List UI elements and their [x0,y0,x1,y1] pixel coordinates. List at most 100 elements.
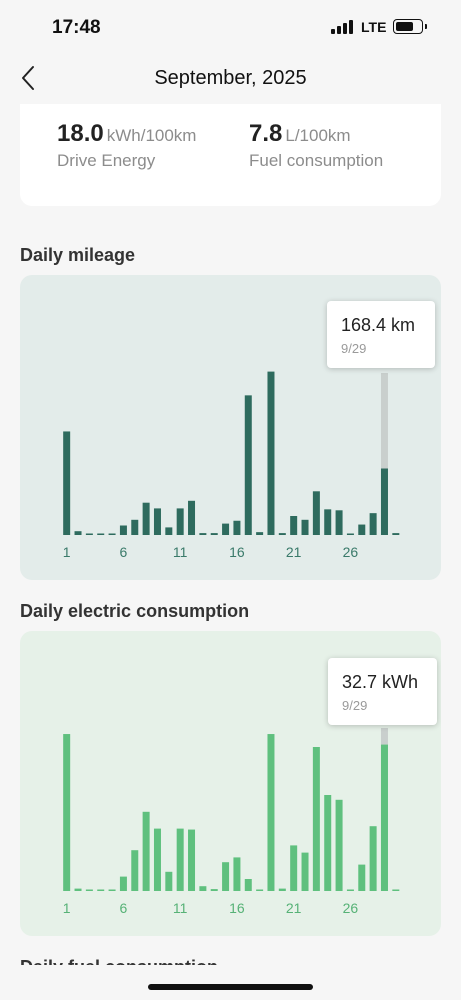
fuel-consumption-metric: 7.8 L/100km Fuel consumption [249,120,383,171]
mileage-bar-day-7[interactable] [131,519,139,535]
electric-bar-day-28[interactable] [369,826,377,891]
electric-bar-day-26[interactable] [346,889,354,892]
mileage-x-tick-label: 6 [120,544,128,560]
summary-card: 18.0 kWh/100km Drive Energy 7.8 L/100km Fu… [20,104,441,206]
signal-icon [331,20,355,34]
mileage-bar-day-18[interactable] [256,532,264,535]
electric-x-tick-label: 6 [120,900,128,916]
mileage-bar-day-11[interactable] [176,508,184,535]
mileage-bar-day-2[interactable] [74,531,82,535]
electric-bar-day-1[interactable] [63,734,71,891]
electric-x-tick-label: 26 [343,900,359,916]
home-indicator[interactable] [148,984,313,990]
mileage-bar-day-5[interactable] [108,533,116,536]
mileage-bar-day-8[interactable] [142,502,150,535]
electric-bar-day-8[interactable] [142,811,150,891]
electric-bar-day-19[interactable] [267,734,275,891]
electric-tooltip-value: 32.7 kWh [342,672,419,692]
electric-bar-day-13[interactable] [199,886,207,891]
electric-bar-day-7[interactable] [131,850,139,891]
mileage-x-tick-label: 26 [343,544,359,560]
electric-tooltip-date: 9/29 [342,698,368,713]
mileage-bar-day-21[interactable] [290,516,298,535]
electric-bar-day-15[interactable] [222,862,230,891]
drive-energy-value: 18.0 [57,120,104,147]
electric-bar-day-9[interactable] [153,828,161,891]
electric-x-tick-label: 11 [173,900,188,916]
electric-chart[interactable]: 1 6 11 16 21 26 32.7 kWh 9/29 [20,631,441,936]
electric-bar-day-29[interactable] [380,744,388,891]
mileage-tooltip-value: 168.4 km [341,315,416,335]
mileage-bar-day-23[interactable] [312,491,320,535]
electric-section-title: Daily electric consumption [20,601,250,621]
mileage-tooltip: 168.4 km 9/29 [327,301,435,368]
battery-icon [393,19,427,34]
mileage-bar-day-24[interactable] [324,509,332,535]
electric-bar-day-17[interactable] [244,879,252,891]
electric-bar-day-14[interactable] [210,889,218,891]
electric-x-tick-label: 1 [63,900,71,916]
electric-bar-day-20[interactable] [278,888,286,891]
mileage-x-tick-label: 11 [173,544,188,560]
page-title: September, 2025 [154,67,307,89]
electric-bar-day-27[interactable] [358,864,366,891]
fuel-consumption-label: Fuel consumption [249,151,384,170]
status-time: 17:48 [52,17,101,38]
electric-bar-day-6[interactable] [119,876,127,891]
drive-energy-unit: kWh/100km [106,126,197,145]
fuel-section-title: Daily fuel consumption [20,955,460,965]
mileage-bar-day-26[interactable] [346,533,354,536]
mileage-bar-day-29[interactable] [380,468,388,536]
electric-bar-day-23[interactable] [312,747,320,891]
electric-bar-day-18[interactable] [256,889,264,892]
mileage-bar-day-27[interactable] [358,524,366,535]
electric-bar-day-11[interactable] [176,828,184,891]
mileage-bar-day-12[interactable] [188,500,196,535]
mileage-tooltip-date: 9/29 [341,341,367,356]
electric-x-tick-label: 16 [229,900,245,916]
mileage-x-tick-label: 1 [63,544,71,560]
mileage-chart[interactable]: 1 6 11 16 21 26 168.4 km 9/29 [20,275,441,580]
electric-bar-day-10[interactable] [165,871,173,891]
electric-bar-day-3[interactable] [85,889,93,892]
mileage-bar-day-10[interactable] [165,527,173,535]
electric-bar-day-4[interactable] [97,889,105,892]
mileage-bar-day-30[interactable] [392,533,400,535]
network-label: LTE [361,19,387,35]
mileage-x-tick-label: 16 [229,544,245,560]
mileage-bar-day-19[interactable] [267,371,275,535]
drive-energy-metric: 18.0 kWh/100km Drive Energy [57,120,196,171]
mileage-bar-day-15[interactable] [222,523,230,535]
mileage-bar-day-28[interactable] [369,513,377,535]
fuel-consumption-unit: L/100km [285,126,351,145]
electric-bar-day-25[interactable] [335,799,343,891]
mileage-bar-day-13[interactable] [199,533,207,535]
electric-bar-day-22[interactable] [301,852,309,891]
mileage-bar-day-17[interactable] [244,395,252,535]
fuel-consumption-value: 7.8 [249,120,283,147]
mileage-bar-day-4[interactable] [97,533,105,536]
electric-bar-day-12[interactable] [188,829,196,891]
electric-bar-day-24[interactable] [324,795,332,891]
nav-bar: September, 2025 [0,56,461,104]
electric-bar-day-2[interactable] [74,888,82,891]
mileage-bar-day-14[interactable] [210,533,218,535]
electric-tooltip: 32.7 kWh 9/29 [328,658,437,725]
electric-bar-day-16[interactable] [233,857,241,891]
mileage-bar-day-16[interactable] [233,520,241,535]
electric-bar-day-21[interactable] [290,845,298,891]
electric-x-tick-label: 21 [286,900,302,916]
mileage-bar-day-20[interactable] [278,533,286,535]
mileage-bar-day-1[interactable] [63,431,71,535]
electric-bar-day-30[interactable] [392,889,400,892]
mileage-bar-day-22[interactable] [301,519,309,535]
mileage-bar-day-3[interactable] [85,533,93,536]
status-bar: 17:48 LTE [0,0,461,56]
mileage-bar-day-25[interactable] [335,510,343,535]
mileage-bar-day-6[interactable] [119,525,127,536]
mileage-bar-day-9[interactable] [153,508,161,535]
mileage-section-title: Daily mileage [20,245,136,265]
drive-energy-label: Drive Energy [57,151,156,170]
electric-bar-day-5[interactable] [108,889,116,892]
mileage-x-tick-label: 21 [286,544,302,560]
